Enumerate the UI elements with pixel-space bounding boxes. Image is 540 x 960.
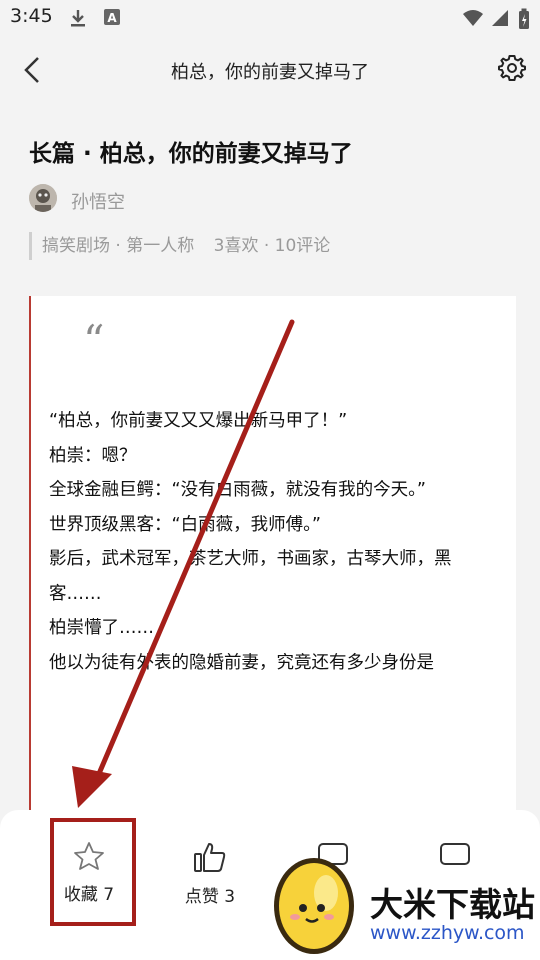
article-tags: 搞笑剧场 · 第一人称 (42, 236, 195, 256)
excerpt-card[interactable]: “ “柏总，你前妻又又又爆出新马甲了！” 柏崇：嗯？ 全球金融巨鳄：“没有白雨薇… (29, 296, 516, 836)
article-stats: 3喜欢 · 10评论 (213, 236, 331, 256)
excerpt-line: 他以为徒有外表的隐婚前妻，究竟还有多少身份是 (49, 652, 434, 673)
excerpt-line: 柏崇懵了…… (49, 618, 154, 638)
excerpt-line: 全球金融巨鳄：“没有白雨薇，就没有我的今天。” (49, 480, 426, 500)
top-navigation: 柏总，你的前妻又掉马了 (0, 36, 540, 104)
watermark-url: www.zzhyw.com (370, 922, 525, 944)
status-time: 3:45 (10, 5, 53, 27)
excerpt-line: “柏总，你前妻又又又爆出新马甲了！” (49, 411, 348, 431)
author-avatar[interactable] (29, 184, 57, 212)
excerpt-text: “柏总，你前妻又又又爆出新马甲了！” 柏崇：嗯？ 全球金融巨鳄：“没有白雨薇，就… (49, 404, 499, 680)
quote-mark: “ (83, 316, 105, 365)
watermark-text: 大米下载站 (370, 885, 535, 924)
annotation-highlight-box (50, 818, 136, 926)
app-notification-icon: A (104, 9, 120, 25)
download-icon (71, 10, 85, 27)
excerpt-line: 影后，武术冠军，茶艺大师，书画家，古琴大师，黑客…… (49, 549, 452, 604)
thumbs-up-icon (194, 843, 226, 872)
battery-icon (519, 8, 529, 29)
page-title: 柏总，你的前妻又掉马了 (171, 62, 369, 83)
article-meta: 搞笑剧场 · 第一人称 3喜欢 · 10评论 (29, 232, 344, 260)
status-bar: 3:45 A (0, 0, 540, 36)
like-label: 点赞 3 (184, 887, 236, 907)
svg-text:A: A (107, 11, 117, 25)
author-name[interactable]: 孙悟空 (71, 188, 125, 214)
signal-icon (492, 10, 508, 26)
excerpt-line: 柏崇：嗯？ (49, 445, 137, 466)
excerpt-line: 世界顶级黑客：“白雨薇，我师傅。” (49, 514, 321, 535)
avatar-image-icon (29, 184, 57, 212)
wifi-icon (463, 10, 483, 26)
article-headline: 长篇 · 柏总，你的前妻又掉马了 (29, 141, 353, 167)
egg-mascot-logo (274, 858, 354, 954)
settings-gear-icon[interactable] (498, 54, 526, 82)
like-button[interactable]: 点赞 3 (165, 840, 255, 907)
site-watermark: 大米下载站 www.zzhyw.com (270, 848, 540, 960)
